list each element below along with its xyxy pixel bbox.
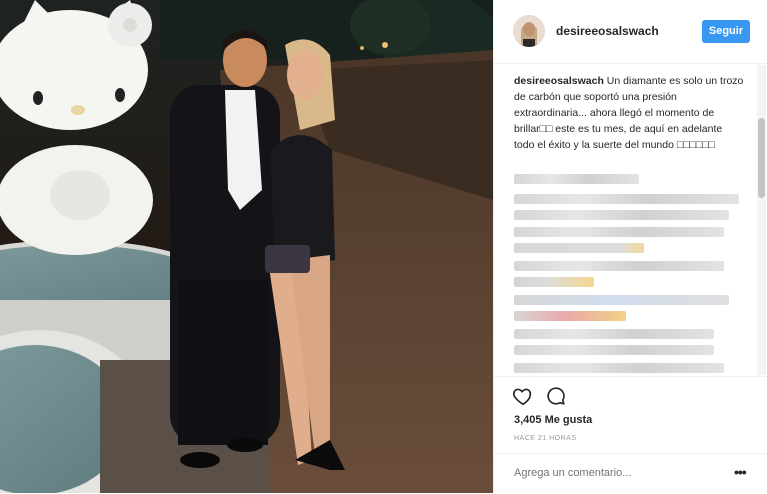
add-comment-bar: •••: [494, 453, 767, 494]
comments-list[interactable]: desireeosalswach Un diamante es solo un …: [494, 65, 756, 375]
likes-count[interactable]: 3,405 Me gusta: [514, 414, 592, 426]
post-header: desireeosalswach Seguir: [494, 0, 767, 64]
speech-bubble-icon[interactable]: [545, 385, 567, 407]
caption-username[interactable]: desireeosalswach: [514, 75, 604, 87]
comment-input[interactable]: [514, 467, 714, 479]
caption: desireeosalswach Un diamante es solo un …: [514, 73, 744, 153]
post-timestamp: HACE 21 HORAS: [514, 435, 577, 442]
comments-scrollbar[interactable]: [757, 65, 766, 375]
post-actions: 3,405 Me gusta HACE 21 HORAS •••: [494, 376, 767, 493]
follow-button[interactable]: Seguir: [702, 20, 750, 43]
post-photo[interactable]: [0, 0, 493, 493]
username-link[interactable]: desireeosalswach: [556, 24, 659, 38]
photo-scene: [0, 0, 493, 493]
three-dots-icon[interactable]: •••: [734, 464, 747, 480]
heart-outline-icon[interactable]: [512, 385, 534, 407]
post-side-panel: desireeosalswach Seguir desireeosalswach…: [493, 0, 767, 493]
avatar-image: [513, 15, 545, 47]
comments-scrollbar-thumb[interactable]: [758, 118, 765, 198]
avatar[interactable]: [513, 15, 545, 47]
